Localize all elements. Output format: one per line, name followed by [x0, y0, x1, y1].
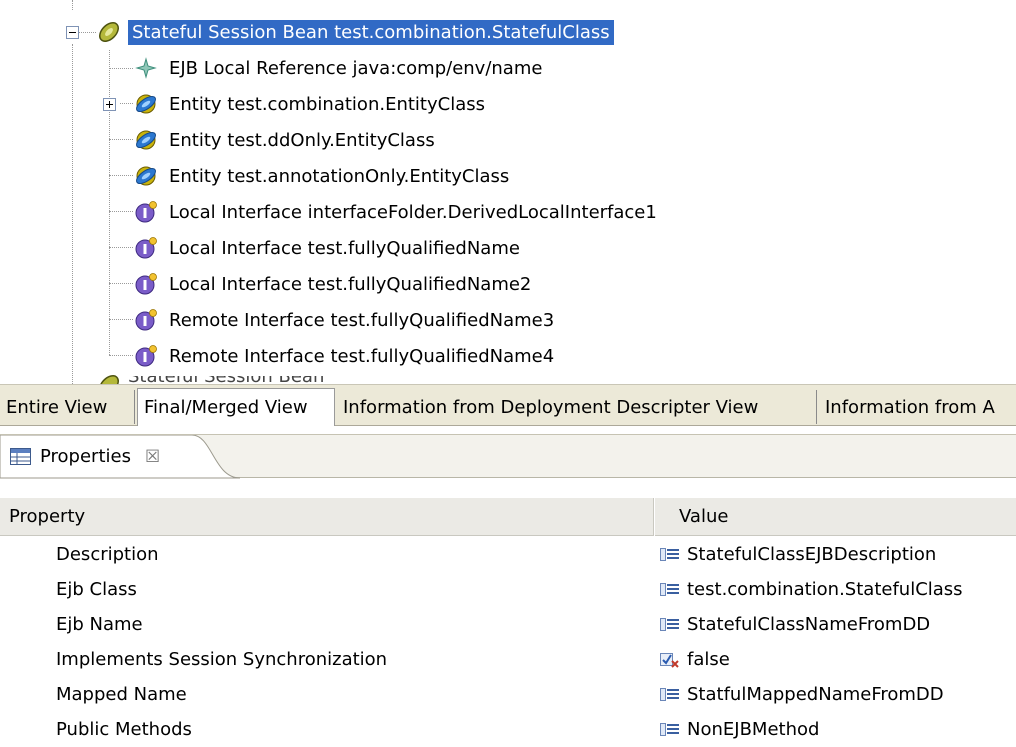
tab-label: Information from Deployment Descripter V…	[343, 396, 759, 418]
ejb-tree[interactable]: Stateful Session Bean test.combination.S…	[0, 0, 1016, 384]
interface-icon	[135, 309, 157, 331]
interface-icon	[135, 201, 157, 223]
tree-line	[109, 355, 133, 356]
properties-view: Properties ☒ Property Value Description S…	[0, 426, 1016, 740]
tree-item[interactable]: Remote Interface test.fullyQualifiedName…	[133, 338, 558, 374]
property-row[interactable]: Mapped Name StatfulMappedNameFromDD	[0, 677, 1016, 712]
property-name: Ejb Class	[56, 579, 137, 600]
tree-line	[109, 50, 110, 355]
tree-item-label: Entity test.combination.EntityClass	[169, 93, 485, 115]
column-header-label: Property	[9, 506, 86, 527]
text-value-icon	[660, 582, 679, 596]
tab-properties[interactable]: Properties ☒	[0, 435, 240, 479]
tree-item-label: Stateful Session Bean test.combination.S…	[128, 19, 614, 45]
property-value-cell[interactable]: test.combination.StatefulClass	[660, 572, 963, 607]
tree-line	[72, 0, 73, 10]
tab-label: Entire View	[6, 396, 108, 418]
tree-line	[109, 283, 133, 284]
property-name: Public Methods	[56, 719, 192, 740]
tree-line	[109, 319, 133, 320]
view-tab-bar: Entire View Final/Merged View Informatio…	[0, 384, 1016, 426]
property-value-cell[interactable]: NonEJBMethod	[660, 712, 819, 747]
property-name: Description	[56, 544, 159, 565]
tab-label: Information from A	[825, 396, 995, 418]
property-name: Implements Session Synchronization	[56, 649, 388, 670]
property-row[interactable]: Public Methods NonEJBMethod	[0, 712, 1016, 747]
property-row[interactable]: Ejb Name StatefulClassNameFromDD	[0, 607, 1016, 642]
property-name: Mapped Name	[56, 684, 187, 705]
text-value-icon	[660, 722, 679, 736]
property-value-cell[interactable]: StatefulClassNameFromDD	[660, 607, 930, 642]
tree-item[interactable]: Remote Interface test.fullyQualifiedName…	[133, 302, 558, 338]
tree-item[interactable]: Entity test.combination.EntityClass	[133, 86, 489, 122]
tree-line	[120, 103, 133, 104]
property-value: false	[687, 649, 730, 670]
boolean-value-icon	[660, 652, 679, 668]
property-value: StatefulClassEJBDescription	[687, 544, 937, 565]
tree-item[interactable]: Local Interface test.fullyQualifiedName	[133, 230, 524, 266]
text-value-icon	[660, 687, 679, 701]
entity-bean-icon	[136, 94, 156, 114]
properties-view-tab-strip: Properties ☒	[0, 434, 1016, 479]
tree-item-label: Local Interface test.fullyQualifiedName	[169, 237, 520, 259]
property-value: test.combination.StatefulClass	[687, 579, 963, 600]
tree-item[interactable]: Local Interface interfaceFolder.DerivedL…	[133, 194, 661, 230]
tree-item-label: Local Interface interfaceFolder.DerivedL…	[169, 201, 657, 223]
tab-final-merged-view[interactable]: Final/Merged View	[137, 388, 335, 426]
tab-annotation-view[interactable]: Information from A	[819, 390, 1016, 424]
property-value-cell[interactable]: StatfulMappedNameFromDD	[660, 677, 944, 712]
tree-item-label: Stateful Session Bean test.ddOnly.Statef…	[128, 376, 548, 384]
tree-item[interactable]: EJB Local Reference java:comp/env/name	[133, 50, 546, 86]
tree-line	[109, 175, 133, 176]
column-header-label: Value	[679, 506, 729, 527]
text-value-icon	[660, 617, 679, 631]
tree-item-label: Remote Interface test.fullyQualifiedName…	[169, 309, 555, 331]
tree-item-label: Local Interface test.fullyQualifiedName2	[169, 273, 532, 295]
interface-icon	[135, 273, 157, 295]
collapse-toggle-icon[interactable]	[66, 26, 79, 39]
property-value-cell[interactable]: StatefulClassEJBDescription	[660, 537, 936, 572]
tree-item[interactable]: Local Interface test.fullyQualifiedName2	[133, 266, 535, 302]
entity-bean-icon	[136, 166, 156, 186]
session-bean-icon	[99, 375, 119, 384]
tab-entire-view[interactable]: Entire View	[0, 390, 135, 424]
property-value: StatefulClassNameFromDD	[687, 614, 931, 635]
tree-item-label: EJB Local Reference java:comp/env/name	[169, 57, 543, 79]
expand-toggle-icon[interactable]	[103, 98, 116, 111]
property-row[interactable]: Ejb Class test.combination.StatefulClass	[0, 572, 1016, 607]
tab-label: Final/Merged View	[144, 397, 308, 418]
tree-line	[109, 247, 133, 248]
close-icon[interactable]: ☒	[145, 447, 160, 467]
tree-item-stateful-session-bean[interactable]: Stateful Session Bean test.combination.S…	[96, 14, 614, 50]
tree-line	[109, 139, 133, 140]
interface-icon	[135, 345, 157, 367]
tree-item[interactable]: Entity test.annotationOnly.EntityClass	[133, 158, 513, 194]
tree-item-label: Remote Interface test.fullyQualifiedName…	[169, 345, 555, 367]
properties-table-icon	[10, 447, 31, 465]
property-value-cell[interactable]: false	[660, 642, 730, 677]
tab-deployment-descriptor-view[interactable]: Information from Deployment Descripter V…	[337, 390, 817, 424]
text-value-icon	[660, 547, 679, 561]
properties-tab-label: Properties	[40, 446, 131, 467]
tree-item-partial[interactable]: Stateful Session Bean test.ddOnly.Statef…	[128, 376, 548, 384]
tree-line	[72, 44, 73, 384]
tree-item-label: Entity test.annotationOnly.EntityClass	[169, 165, 510, 187]
property-name: Ejb Name	[56, 614, 143, 635]
entity-bean-icon	[136, 130, 156, 150]
tree-line	[78, 32, 96, 33]
session-bean-icon	[99, 22, 119, 42]
property-value: NonEJBMethod	[687, 719, 820, 740]
ejb-reference-icon	[135, 57, 157, 79]
tree-line	[109, 68, 133, 69]
property-value: StatfulMappedNameFromDD	[687, 684, 944, 705]
column-header-property[interactable]: Property	[0, 498, 654, 536]
interface-icon	[135, 237, 157, 259]
property-row[interactable]: Implements Session Synchronization false	[0, 642, 1016, 677]
column-header-value[interactable]: Value	[655, 498, 1016, 536]
property-row[interactable]: Description StatefulClassEJBDescription	[0, 537, 1016, 572]
tree-item-label: Entity test.ddOnly.EntityClass	[169, 129, 435, 151]
tree-line	[109, 211, 133, 212]
tree-item[interactable]: Entity test.ddOnly.EntityClass	[133, 122, 439, 158]
